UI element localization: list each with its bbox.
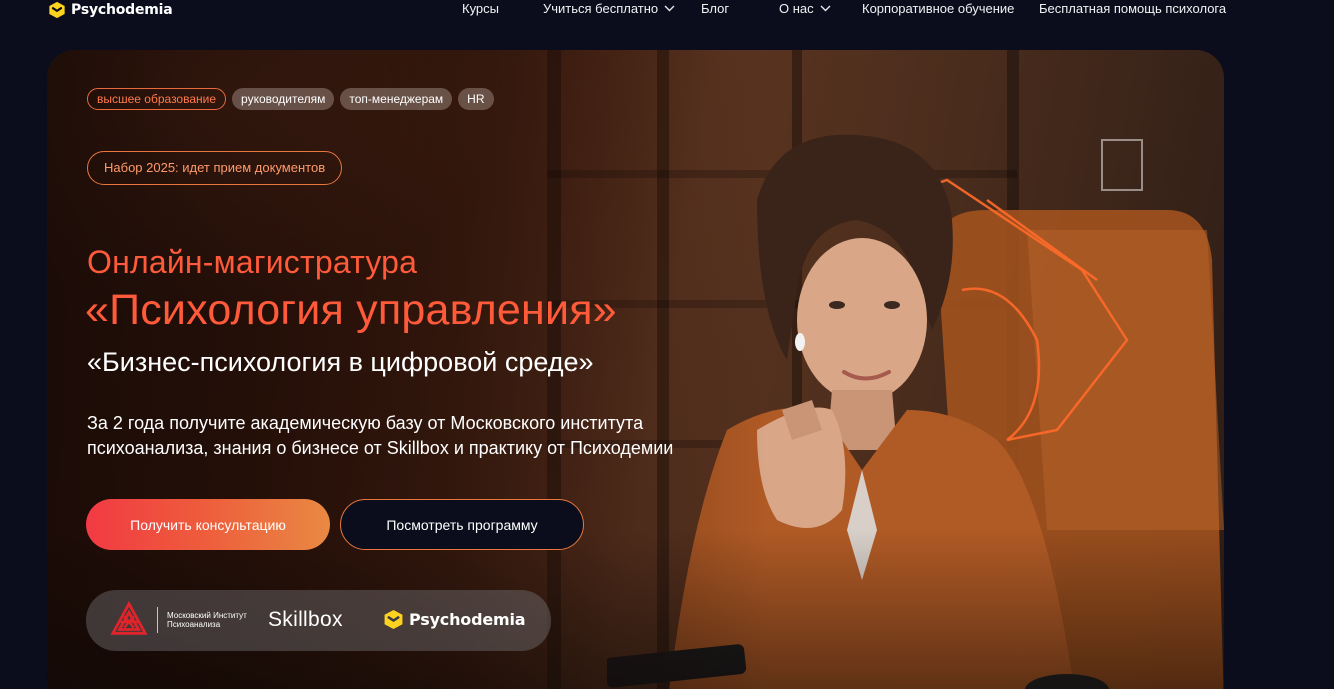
nav-blog[interactable]: Блог — [701, 1, 729, 16]
nav-learn-free[interactable]: Учиться бесплатно — [543, 1, 675, 16]
nav-label: О нас — [779, 1, 814, 16]
nav-corporate[interactable]: Корпоративное обучение — [862, 1, 1014, 16]
nav-courses[interactable]: Курсы — [462, 1, 499, 16]
tag-hr[interactable]: HR — [458, 88, 494, 110]
psychodemia-partner-logo: Psychodemia — [383, 609, 526, 630]
chevron-down-icon — [820, 5, 831, 12]
hero-title-line2: «Психология управления» — [85, 286, 617, 334]
mip-divider — [157, 607, 158, 633]
partner-logo-text: Psychodemia — [409, 610, 526, 629]
nav-about[interactable]: О нас — [779, 1, 831, 16]
nav-label: Блог — [701, 1, 730, 16]
psychodemia-logo-icon — [49, 1, 65, 19]
nav-label: Курсы — [462, 1, 500, 16]
chevron-down-icon — [664, 5, 675, 12]
enrollment-badge: Набор 2025: идет прием документов — [87, 151, 343, 185]
nav-label: Учиться бесплатно — [543, 1, 659, 16]
mip-logo: Московский Институт Психоанализа — [110, 601, 247, 639]
psychodemia-logo-icon — [384, 610, 403, 629]
skillbox-logo: Skillbox — [268, 608, 343, 631]
tag-top-managers[interactable]: топ-менеджерам — [340, 88, 453, 110]
mip-text: Московский Институт Психоанализа — [167, 611, 247, 629]
psychodemia-logo[interactable]: Psychodemia — [48, 0, 173, 20]
nav-label: Корпоративное обучение — [862, 1, 1015, 16]
tag-higher-education[interactable]: высшее образование — [87, 88, 227, 110]
hero-description: За 2 года получите академическую базу от… — [87, 413, 674, 458]
nav-free-help[interactable]: Бесплатная помощь психолога — [1039, 1, 1226, 16]
hero-title-line1: Онлайн-магистратура — [87, 244, 418, 280]
tag-managers[interactable]: руководителям — [232, 88, 335, 110]
site-header: Psychodemia Курсы Учиться бесплатно Блог… — [0, 0, 1334, 24]
logo-text: Psychodemia — [71, 2, 173, 18]
hero-subtitle: «Бизнес-психология в цифровой среде» — [87, 347, 594, 377]
mip-logo-icon — [110, 601, 148, 635]
partners-bar: Московский Институт Психоанализа Skillbo… — [86, 590, 551, 651]
nav-label: Бесплатная помощь психолога — [1039, 1, 1227, 16]
hero-card: высшее образование руководителям топ-мен… — [47, 50, 1224, 689]
tag-list: высшее образование руководителям топ-мен… — [87, 88, 494, 110]
get-consultation-button[interactable]: Получить консультацию — [86, 499, 330, 550]
view-program-button[interactable]: Посмотреть программу — [340, 499, 584, 550]
